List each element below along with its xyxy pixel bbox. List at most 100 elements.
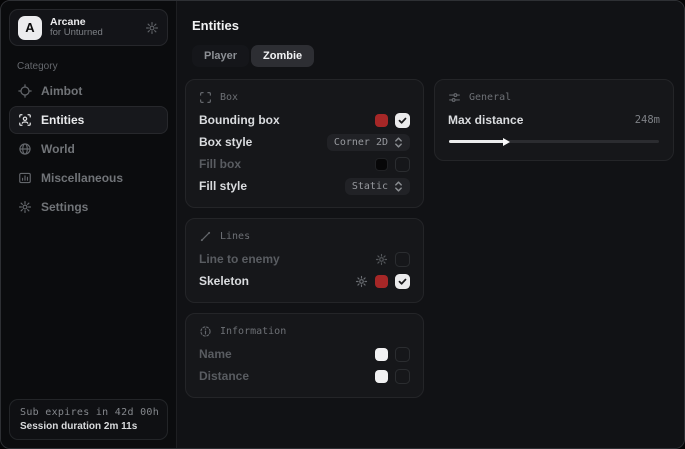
setting-row: Fill box — [199, 153, 410, 175]
fill-box-checkbox[interactable] — [395, 157, 410, 172]
setting-label: Skeleton — [199, 274, 249, 288]
max-distance-slider[interactable] — [449, 140, 659, 143]
row-controls — [355, 274, 410, 289]
sidebar-item-label: World — [41, 142, 75, 156]
row-controls — [375, 369, 410, 384]
gear-icon[interactable] — [145, 21, 159, 35]
distance-checkbox[interactable] — [395, 369, 410, 384]
tab-player[interactable]: Player — [192, 45, 249, 67]
row-controls — [375, 252, 410, 267]
subscription-expiry: Sub expires in 42d 00h — [20, 407, 157, 418]
gear-icon[interactable] — [375, 253, 388, 266]
sidebar-item-label: Settings — [41, 200, 88, 214]
sidebar: A Arcane for Unturned Category A — [1, 1, 177, 448]
color-swatch[interactable] — [375, 275, 388, 288]
setting-row: Bounding box — [199, 109, 410, 131]
unfold-icon — [394, 181, 403, 192]
row-controls — [375, 157, 410, 172]
card-title: General — [469, 92, 511, 103]
setting-label: Fill style — [199, 179, 247, 193]
subscription-card: Sub expires in 42d 00h Session duration … — [9, 399, 168, 440]
dropdown-value: Corner 2D — [334, 137, 388, 148]
setting-label: Fill box — [199, 157, 241, 171]
line-to-enemy-checkbox[interactable] — [395, 252, 410, 267]
color-swatch[interactable] — [375, 114, 388, 127]
setting-row: Name — [199, 343, 410, 365]
left-column: Box Bounding box Box style — [185, 79, 424, 398]
crosshair-icon — [18, 84, 32, 98]
setting-row: Skeleton — [199, 270, 410, 292]
slider-thumb[interactable] — [503, 138, 510, 146]
entity-tabs: Player Zombie — [192, 45, 674, 67]
row-controls — [375, 113, 410, 128]
diagonal-line-icon — [199, 230, 212, 243]
sidebar-item-entities[interactable]: Entities — [9, 106, 168, 134]
sidebar-item-settings[interactable]: Settings — [9, 193, 168, 221]
box-card-header: Box — [199, 91, 410, 104]
setting-label: Bounding box — [199, 113, 280, 127]
setting-label: Line to enemy — [199, 252, 280, 266]
setting-row: Distance — [199, 365, 410, 387]
gear-icon — [18, 200, 32, 214]
scan-corners-icon — [199, 91, 212, 104]
app-logo: A — [18, 16, 42, 40]
information-card: Information Name Distance — [185, 313, 424, 398]
slider-fill — [449, 140, 504, 143]
setting-label: Distance — [199, 369, 249, 383]
sidebar-nav: Aimbot Entities World — [9, 77, 168, 221]
app-window: A Arcane for Unturned Category A — [0, 0, 685, 449]
color-swatch[interactable] — [375, 348, 388, 361]
app-header-card: A Arcane for Unturned — [9, 9, 168, 46]
setting-row: Line to enemy — [199, 248, 410, 270]
fill-style-dropdown[interactable]: Static — [345, 178, 410, 195]
lines-card: Lines Line to enemy — [185, 218, 424, 303]
name-checkbox[interactable] — [395, 347, 410, 362]
sliders-icon — [448, 91, 461, 104]
box-style-dropdown[interactable]: Corner 2D — [327, 134, 410, 151]
tab-zombie[interactable]: Zombie — [251, 45, 314, 67]
sidebar-item-label: Miscellaneous — [41, 171, 123, 185]
setting-label: Box style — [199, 135, 252, 149]
settings-content: Box Bounding box Box style — [185, 79, 674, 398]
general-card-header: General — [448, 91, 660, 104]
dropdown-value: Static — [352, 181, 388, 192]
check-icon — [398, 277, 407, 286]
sidebar-item-miscellaneous[interactable]: Miscellaneous — [9, 164, 168, 192]
gear-icon[interactable] — [355, 275, 368, 288]
color-swatch[interactable] — [375, 370, 388, 383]
row-controls — [375, 347, 410, 362]
max-distance-value: 248m — [635, 114, 660, 126]
chart-panel-icon — [18, 171, 32, 185]
category-label: Category — [17, 61, 168, 72]
sidebar-item-label: Aimbot — [41, 84, 82, 98]
globe-icon — [18, 142, 32, 156]
setting-label: Max distance — [448, 113, 523, 127]
info-circle-icon — [199, 325, 212, 338]
setting-row: Box style Corner 2D — [199, 131, 410, 153]
sidebar-item-aimbot[interactable]: Aimbot — [9, 77, 168, 105]
sidebar-item-label: Entities — [41, 113, 84, 127]
general-card: General Max distance 248m — [434, 79, 674, 161]
sidebar-item-world[interactable]: World — [9, 135, 168, 163]
main-panel: Entities Player Zombie Box — [177, 1, 685, 448]
check-icon — [398, 116, 407, 125]
setting-row: Max distance 248m — [448, 109, 660, 131]
setting-label: Name — [199, 347, 232, 361]
right-column: General Max distance 248m — [434, 79, 674, 398]
user-scan-icon — [18, 113, 32, 127]
skeleton-checkbox[interactable] — [395, 274, 410, 289]
card-title: Box — [220, 92, 238, 103]
box-card: Box Bounding box Box style — [185, 79, 424, 208]
information-card-header: Information — [199, 325, 410, 338]
unfold-icon — [394, 137, 403, 148]
card-title: Lines — [220, 231, 250, 242]
session-duration: Session duration 2m 11s — [20, 421, 157, 432]
page-title: Entities — [192, 18, 674, 33]
setting-row: Fill style Static — [199, 175, 410, 197]
card-title: Information — [220, 326, 286, 337]
color-swatch[interactable] — [375, 158, 388, 171]
app-meta: Arcane for Unturned — [50, 16, 137, 39]
bounding-box-checkbox[interactable] — [395, 113, 410, 128]
app-subtitle: for Unturned — [50, 28, 137, 39]
lines-card-header: Lines — [199, 230, 410, 243]
